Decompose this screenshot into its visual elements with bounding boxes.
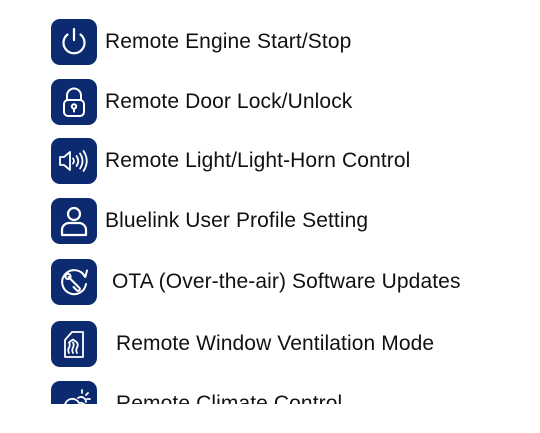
user-profile-icon: [51, 198, 97, 244]
feature-item-user-profile: Bluelink User Profile Setting: [51, 197, 368, 245]
feature-label: Bluelink User Profile Setting: [105, 209, 369, 232]
padlock-icon: [51, 79, 97, 125]
feature-item-ota-updates: OTA (Over-the-air) Software Updates: [51, 258, 461, 306]
feature-label: OTA (Over-the-air) Software Updates: [112, 270, 461, 293]
feature-list: Remote Engine Start/Stop Remote Door Loc…: [0, 0, 540, 433]
window-ventilation-icon: [51, 321, 97, 367]
feature-item-door-lock: Remote Door Lock/Unlock: [51, 78, 352, 126]
feature-label: Remote Window Ventilation Mode: [116, 332, 435, 355]
power-icon: [51, 19, 97, 65]
bottom-crop: [0, 404, 540, 433]
feature-item-engine-start-stop: Remote Engine Start/Stop: [51, 18, 351, 66]
feature-item-light-horn: Remote Light/Light-Horn Control: [51, 137, 410, 185]
horn-speaker-icon: [51, 138, 97, 184]
feature-label: Remote Light/Light-Horn Control: [105, 149, 411, 172]
software-update-icon: [51, 259, 97, 305]
feature-label: Remote Engine Start/Stop: [105, 30, 352, 53]
feature-label: Remote Door Lock/Unlock: [105, 90, 353, 113]
feature-item-window-ventilation: Remote Window Ventilation Mode: [51, 320, 434, 368]
